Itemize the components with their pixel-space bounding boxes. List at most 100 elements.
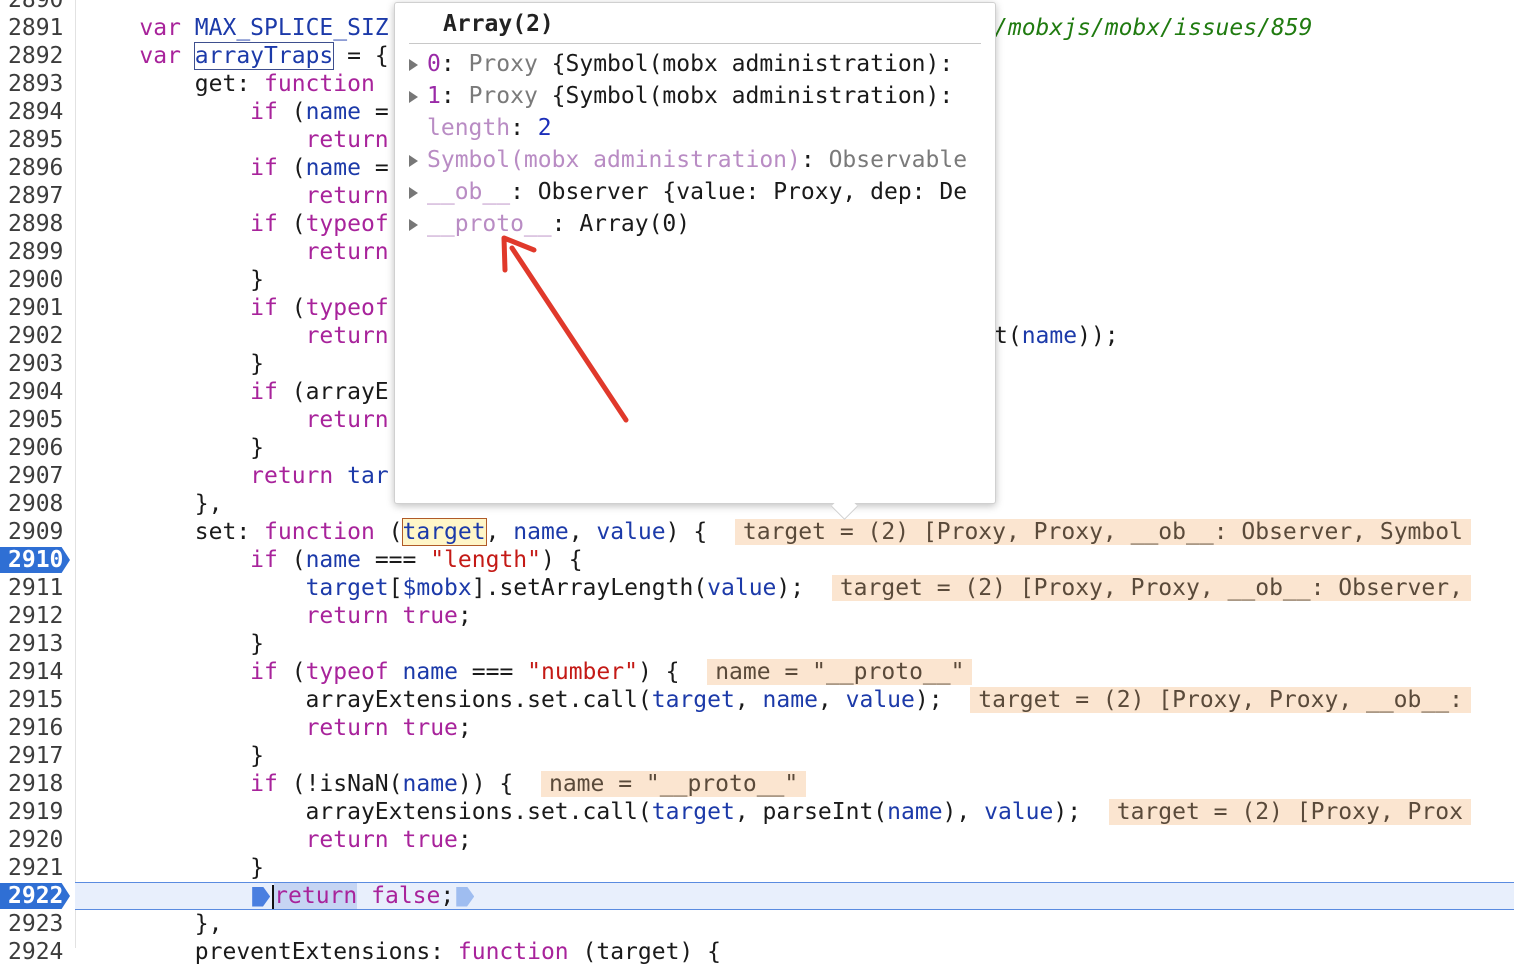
- code-line[interactable]: 2921 }: [0, 854, 1514, 882]
- property-key: 1: [427, 83, 441, 109]
- code-text: }: [84, 631, 265, 657]
- code-text: if (typeof: [250, 295, 389, 321]
- code-text: var arrayTraps = {: [139, 42, 389, 70]
- line-number[interactable]: 2906: [8, 434, 70, 462]
- line-number[interactable]: 2923: [8, 910, 70, 938]
- line-number[interactable]: 2913: [8, 630, 70, 658]
- code-line[interactable]: 2918 if (!isNaN(name)) { name = "__proto…: [0, 770, 1514, 798]
- code-text: return false;: [84, 882, 476, 910]
- line-number[interactable]: 2893: [8, 70, 70, 98]
- code-line[interactable]: 2916 return true;: [0, 714, 1514, 742]
- variable-preview-popover[interactable]: Array(2) 0: Proxy {Symbol(mobx administr…: [394, 2, 996, 520]
- line-number[interactable]: 2905: [8, 406, 70, 434]
- line-number: 2910: [8, 547, 64, 573]
- line-number[interactable]: 2915: [8, 686, 70, 714]
- line-number[interactable]: 2903: [8, 350, 70, 378]
- code-line[interactable]: 2919 arrayExtensions.set.call(target, pa…: [0, 798, 1514, 826]
- code-text: }: [84, 267, 265, 293]
- popover-title: Array(2): [443, 11, 554, 37]
- line-number[interactable]: 2904: [8, 378, 70, 406]
- code-line[interactable]: 2915 arrayExtensions.set.call(target, na…: [0, 686, 1514, 714]
- code-text: arrayExtensions.set.call(target, name, v…: [84, 686, 1471, 714]
- code-line[interactable]: 2913 }: [0, 630, 1514, 658]
- code-text: return tar: [250, 463, 389, 489]
- code-text: },: [84, 491, 223, 517]
- line-number[interactable]: 2919: [8, 798, 70, 826]
- property-key: 0: [427, 51, 441, 77]
- line-number[interactable]: 2898: [8, 210, 70, 238]
- code-line[interactable]: 2923 },: [0, 910, 1514, 938]
- property-key: __ob__: [427, 179, 511, 205]
- code-text: return true;: [305, 715, 472, 741]
- popover-property-row[interactable]: __proto__: Array(0): [409, 209, 981, 239]
- popover-property-row[interactable]: Symbol(mobx administration): Observable: [409, 145, 981, 175]
- line-number[interactable]: 2916: [8, 714, 70, 742]
- code-line[interactable]: 2922 return false;: [0, 882, 1514, 910]
- expand-triangle-icon[interactable]: [409, 58, 418, 71]
- line-number[interactable]: 2911: [8, 574, 70, 602]
- expand-triangle-icon[interactable]: [409, 90, 418, 103]
- code-text: if (name =: [250, 99, 389, 125]
- line-number[interactable]: 2924: [8, 938, 70, 966]
- code-line[interactable]: 2912 return true;: [0, 602, 1514, 630]
- property-value: Observable: [828, 147, 968, 173]
- code-line[interactable]: 2909 set: function (target, name, value)…: [0, 518, 1514, 546]
- breakpoint-marker[interactable]: 2922: [0, 883, 70, 909]
- line-number[interactable]: 2899: [8, 238, 70, 266]
- comment-url: /mobxjs/mobx/issues/859: [994, 15, 1313, 41]
- line-number[interactable]: 2900: [8, 266, 70, 294]
- line-number[interactable]: 2890: [8, 0, 70, 14]
- line-number[interactable]: 2907: [8, 462, 70, 490]
- line-number[interactable]: 2912: [8, 602, 70, 630]
- code-line[interactable]: 2914 if (typeof name === "number") { nam…: [0, 658, 1514, 686]
- code-line[interactable]: 2920 return true;: [0, 826, 1514, 854]
- line-number[interactable]: 2901: [8, 294, 70, 322]
- expand-triangle-icon: [409, 123, 418, 135]
- property-key: length: [427, 115, 511, 141]
- line-number[interactable]: 2894: [8, 98, 70, 126]
- code-text: },: [84, 911, 223, 937]
- property-value: Proxy {Symbol(mobx administration):: [468, 51, 968, 77]
- line-number[interactable]: 2914: [8, 658, 70, 686]
- code-text: return true;: [305, 827, 472, 853]
- popover-property-row[interactable]: 0: Proxy {Symbol(mobx administration):: [409, 49, 981, 79]
- line-number[interactable]: 2897: [8, 182, 70, 210]
- code-text: return: [305, 323, 389, 349]
- line-number[interactable]: 2909: [8, 518, 70, 546]
- code-line[interactable]: 2924 preventExtensions: function (target…: [0, 938, 1514, 966]
- line-number[interactable]: 2917: [8, 742, 70, 770]
- line-number[interactable]: 2895: [8, 126, 70, 154]
- expand-triangle-icon[interactable]: [409, 154, 418, 167]
- line-number[interactable]: 2896: [8, 154, 70, 182]
- line-number[interactable]: 2891: [8, 14, 70, 42]
- property-key: __proto__: [427, 211, 552, 237]
- code-line[interactable]: 2917 }: [0, 742, 1514, 770]
- code-line[interactable]: 2910 if (name === "length") {: [0, 546, 1514, 574]
- code-text: target[$mobx].setArrayLength(value); tar…: [84, 574, 1471, 602]
- line-number[interactable]: 2892: [8, 42, 70, 70]
- expand-triangle-icon[interactable]: [409, 186, 418, 199]
- code-text: }: [84, 351, 265, 377]
- popover-property-row[interactable]: 1: Proxy {Symbol(mobx administration):: [409, 81, 981, 111]
- code-text-tail: t(name));: [994, 323, 1119, 349]
- code-text: if (arrayE: [250, 379, 389, 405]
- code-text: if (typeof name === "number") { name = "…: [84, 658, 973, 686]
- code-text: return: [305, 183, 389, 209]
- line-number[interactable]: 2920: [8, 826, 70, 854]
- code-text: if (typeof: [250, 211, 389, 237]
- line-number: 2922: [8, 883, 64, 909]
- popover-property-row[interactable]: __ob__: Observer {value: Proxy, dep: De: [409, 177, 981, 207]
- code-text: var MAX_SPLICE_SIZ: [139, 15, 389, 41]
- line-number[interactable]: 2902: [8, 322, 70, 350]
- property-value: Observer {value: Proxy, dep: De: [537, 179, 968, 205]
- code-text: }: [84, 855, 265, 881]
- line-number[interactable]: 2918: [8, 770, 70, 798]
- code-text: set: function (target, name, value) { ta…: [84, 518, 1471, 546]
- property-value: 2: [537, 115, 552, 141]
- line-number[interactable]: 2908: [8, 490, 70, 518]
- breakpoint-marker[interactable]: 2910: [0, 547, 70, 573]
- expand-triangle-icon[interactable]: [409, 218, 418, 231]
- code-line[interactable]: 2911 target[$mobx].setArrayLength(value)…: [0, 574, 1514, 602]
- popover-property-row[interactable]: length: 2: [409, 113, 981, 143]
- line-number[interactable]: 2921: [8, 854, 70, 882]
